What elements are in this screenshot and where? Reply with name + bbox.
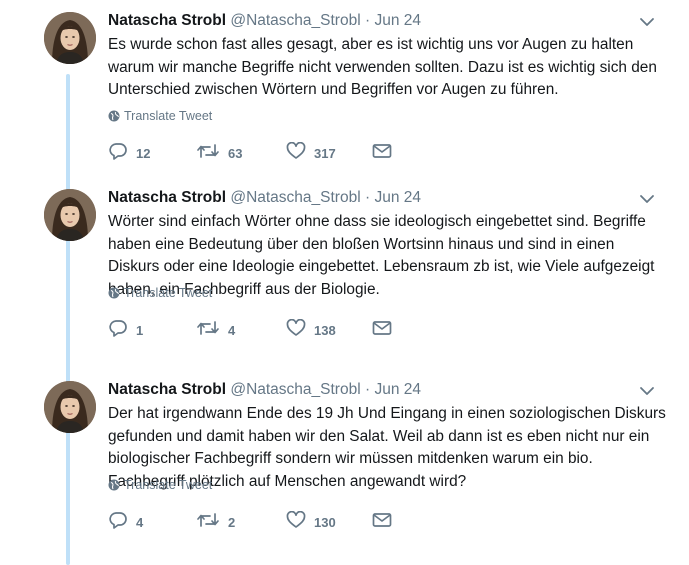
chevron-down-icon[interactable] [636, 190, 658, 208]
reply-icon [108, 319, 128, 342]
reply-count: 4 [136, 514, 144, 530]
author-handle[interactable]: @Natascha_Strobl [230, 189, 360, 206]
globe-icon [108, 478, 124, 492]
tweet-date[interactable]: Jun 24 [374, 12, 421, 29]
retweet-count: 2 [228, 514, 236, 530]
translate-label: Translate Tweet [124, 286, 213, 300]
retweet-count: 63 [228, 145, 243, 161]
tweet[interactable]: Natascha Strobl @Natascha_Strobl · Jun 2… [0, 369, 689, 561]
globe-icon [108, 109, 124, 123]
like-icon [286, 141, 306, 165]
like-count: 138 [314, 322, 336, 338]
author-name[interactable]: Natascha Strobl [108, 189, 226, 206]
translate-label: Translate Tweet [124, 478, 213, 492]
reply-icon [108, 142, 128, 165]
separator-dot: · [364, 189, 371, 206]
like-count: 317 [314, 145, 336, 161]
globe-icon [108, 286, 124, 300]
like-count: 130 [314, 514, 336, 530]
author-name[interactable]: Natascha Strobl [108, 12, 226, 29]
reply-button[interactable]: 1 [108, 319, 144, 342]
like-button[interactable]: 130 [286, 510, 336, 534]
tweet-actions: 4 2 130 [108, 510, 408, 534]
avatar[interactable] [44, 12, 96, 64]
author-name[interactable]: Natascha Strobl [108, 381, 226, 398]
translate-label: Translate Tweet [124, 109, 213, 123]
tweet[interactable]: Natascha Strobl @Natascha_Strobl · Jun 2… [0, 0, 689, 192]
direct-message-icon [372, 512, 392, 533]
like-icon [286, 318, 306, 342]
separator-dot: · [364, 381, 371, 398]
tweet-header: Natascha Strobl @Natascha_Strobl · Jun 2… [108, 188, 421, 208]
chevron-down-icon[interactable] [636, 382, 658, 400]
retweet-icon [196, 319, 220, 342]
direct-message-button[interactable] [372, 143, 392, 163]
retweet-button[interactable]: 63 [196, 143, 242, 163]
direct-message-icon [372, 143, 392, 164]
tweet-text: Es wurde schon fast alles gesagt, aber e… [108, 36, 657, 98]
reply-count: 1 [136, 322, 144, 338]
avatar[interactable] [44, 189, 96, 241]
reply-button[interactable]: 4 [108, 511, 144, 534]
translate-tweet-link[interactable]: Translate Tweet [108, 286, 212, 300]
tweet-actions: 12 63 317 [108, 141, 408, 165]
retweet-icon [196, 142, 220, 165]
separator-dot: · [364, 12, 371, 29]
reply-icon [108, 511, 128, 534]
tweet-date[interactable]: Jun 24 [374, 189, 421, 206]
author-handle[interactable]: @Natascha_Strobl [230, 12, 360, 29]
translate-tweet-link[interactable]: Translate Tweet [108, 478, 212, 492]
reply-button[interactable]: 12 [108, 142, 151, 165]
direct-message-icon [372, 320, 392, 341]
direct-message-button[interactable] [372, 512, 392, 532]
direct-message-button[interactable] [372, 320, 392, 340]
like-button[interactable]: 138 [286, 318, 336, 342]
like-button[interactable]: 317 [286, 141, 336, 165]
retweet-button[interactable]: 4 [196, 320, 235, 340]
tweet-header: Natascha Strobl @Natascha_Strobl · Jun 2… [108, 11, 421, 31]
reply-count: 12 [136, 145, 151, 161]
chevron-down-icon[interactable] [636, 13, 658, 31]
retweet-count: 4 [228, 322, 236, 338]
translate-tweet-link[interactable]: Translate Tweet [108, 109, 212, 123]
tweet-date[interactable]: Jun 24 [374, 381, 421, 398]
avatar[interactable] [44, 381, 96, 433]
tweet-header: Natascha Strobl @Natascha_Strobl · Jun 2… [108, 380, 421, 400]
like-icon [286, 510, 306, 534]
retweet-icon [196, 511, 220, 534]
author-handle[interactable]: @Natascha_Strobl [230, 381, 360, 398]
retweet-button[interactable]: 2 [196, 512, 235, 532]
tweet-actions: 1 4 138 [108, 318, 408, 342]
tweet[interactable]: Natascha Strobl @Natascha_Strobl · Jun 2… [0, 177, 689, 369]
